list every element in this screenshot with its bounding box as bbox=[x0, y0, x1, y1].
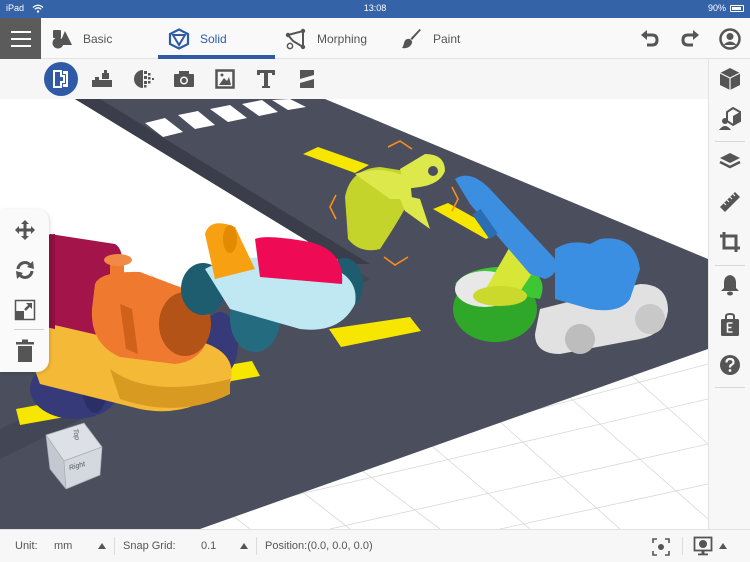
blocks-tool-button[interactable] bbox=[86, 63, 118, 95]
layers-icon bbox=[719, 153, 741, 169]
redo-button[interactable] bbox=[670, 18, 710, 59]
layers-button[interactable] bbox=[714, 146, 746, 178]
3d-viewport[interactable]: Top Right bbox=[0, 99, 708, 529]
sub-toolbar bbox=[0, 59, 708, 99]
sidebar-divider bbox=[715, 265, 745, 266]
image-tool-button[interactable] bbox=[209, 63, 241, 95]
camera-tool-button[interactable] bbox=[168, 63, 200, 95]
text-icon bbox=[257, 70, 275, 88]
undo-button[interactable] bbox=[630, 18, 670, 59]
cube-icon bbox=[719, 68, 741, 90]
unit-label: Unit: bbox=[15, 540, 38, 552]
crop-button[interactable] bbox=[714, 226, 746, 258]
hamburger-menu-icon bbox=[10, 30, 31, 33]
display-mode-button[interactable] bbox=[693, 536, 713, 556]
shopping-bag-icon bbox=[721, 313, 739, 336]
basic-shapes-icon bbox=[52, 29, 72, 48]
object-button[interactable] bbox=[714, 63, 746, 95]
group-tool-button[interactable] bbox=[44, 62, 78, 96]
train-model[interactable] bbox=[20, 234, 238, 419]
sidebar-divider bbox=[715, 387, 745, 388]
user-icon bbox=[719, 27, 741, 50]
image-icon bbox=[215, 69, 235, 89]
display-mode-icon bbox=[693, 536, 713, 556]
trash-icon bbox=[16, 339, 34, 362]
sidebar-divider bbox=[715, 141, 745, 142]
focus-button[interactable] bbox=[651, 537, 671, 557]
focus-target-icon bbox=[652, 538, 670, 556]
rotate-icon bbox=[16, 261, 34, 279]
text-tool-button[interactable] bbox=[250, 63, 282, 95]
solid-cube-icon bbox=[168, 27, 190, 50]
cube-user-icon bbox=[719, 107, 741, 130]
help-icon bbox=[720, 355, 740, 375]
position-readout: Position:(0.0, 0.0, 0.0) bbox=[265, 540, 373, 552]
undo-icon bbox=[641, 29, 659, 46]
move-icon bbox=[15, 220, 35, 240]
scale-button[interactable] bbox=[10, 295, 40, 325]
scene-canvas[interactable] bbox=[0, 99, 708, 529]
tab-morphing[interactable]: Morphing bbox=[285, 18, 367, 59]
slice-tool-button[interactable] bbox=[291, 63, 323, 95]
tab-solid[interactable]: Solid bbox=[158, 18, 275, 59]
menu-button[interactable] bbox=[0, 18, 41, 59]
help-button[interactable] bbox=[714, 349, 746, 381]
tab-paint[interactable]: Paint bbox=[401, 18, 460, 59]
view-cube[interactable]: Top Right bbox=[44, 417, 104, 491]
tab-label: Basic bbox=[83, 31, 113, 46]
morphing-icon bbox=[285, 28, 306, 49]
paint-brush-icon bbox=[402, 28, 421, 48]
unit-dropdown-arrow[interactable] bbox=[98, 543, 106, 549]
slice-icon bbox=[300, 70, 314, 88]
redo-icon bbox=[681, 29, 699, 46]
unit-value[interactable]: mm bbox=[54, 540, 72, 552]
snap-grid-label: Snap Grid: bbox=[123, 540, 176, 552]
rotate-button[interactable] bbox=[10, 255, 40, 285]
right-sidebar bbox=[708, 59, 750, 529]
scale-icon bbox=[14, 299, 36, 321]
tab-label: Paint bbox=[433, 31, 461, 46]
tab-basic[interactable]: Basic bbox=[51, 18, 112, 59]
top-nav: Basic Solid Morphing Paint bbox=[0, 18, 750, 59]
account-button[interactable] bbox=[710, 18, 750, 59]
tab-label: Morphing bbox=[317, 31, 368, 46]
ruler-icon bbox=[720, 192, 740, 212]
status-bar: iPad 13:08 90% bbox=[0, 0, 750, 18]
measure-button[interactable] bbox=[714, 186, 746, 218]
crop-icon bbox=[720, 232, 740, 252]
snap-grid-value[interactable]: 0.1 bbox=[201, 540, 216, 552]
import-model-button[interactable] bbox=[714, 103, 746, 135]
app: iPad 13:08 90% Basic Solid Morphing Pain… bbox=[0, 0, 750, 562]
transform-tool-panel bbox=[0, 209, 49, 372]
pixelate-icon bbox=[134, 70, 154, 88]
delete-button[interactable] bbox=[10, 336, 40, 366]
bottom-status-bar: Unit: mm Snap Grid: 0.1 Position:(0.0, 0… bbox=[0, 529, 750, 562]
display-mode-dropdown-arrow[interactable] bbox=[719, 543, 727, 549]
status-time: 13:08 bbox=[363, 3, 387, 13]
move-button[interactable] bbox=[10, 215, 40, 245]
group-object-icon bbox=[53, 70, 68, 88]
tab-label: Solid bbox=[200, 31, 227, 46]
battery-percent: 90% bbox=[707, 3, 726, 13]
snap-grid-dropdown-arrow[interactable] bbox=[240, 543, 248, 549]
panel-divider bbox=[14, 329, 44, 330]
pixelate-tool-button[interactable] bbox=[128, 63, 160, 95]
camera-icon bbox=[174, 71, 194, 87]
store-button[interactable] bbox=[714, 309, 746, 341]
bell-icon bbox=[721, 275, 739, 296]
blocks-icon bbox=[92, 70, 112, 87]
notifications-button[interactable] bbox=[714, 269, 746, 301]
battery-icon bbox=[730, 4, 744, 12]
